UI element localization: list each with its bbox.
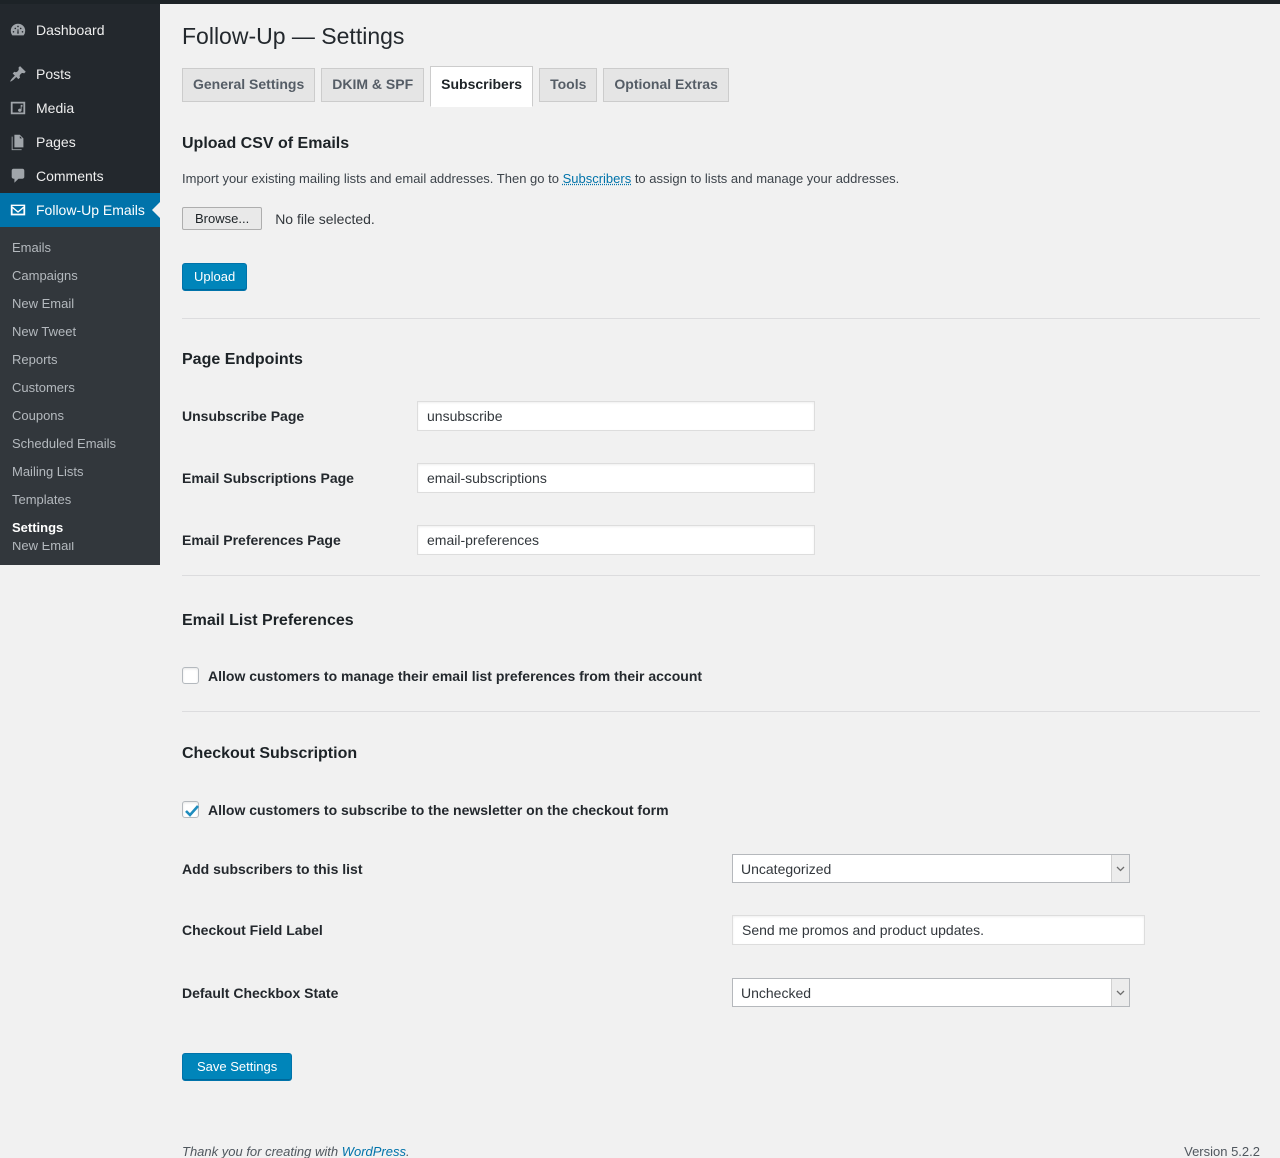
email-preferences-page-row: Email Preferences Page — [182, 525, 1260, 555]
email-preferences-page-input[interactable] — [417, 525, 815, 555]
list-preferences-checkbox-row: Allow customers to manage their email li… — [182, 667, 1260, 684]
checkout-field-label-input[interactable] — [732, 915, 1145, 945]
admin-bar-remnant — [0, 0, 1280, 4]
default-checkbox-state-row: Default Checkbox State Unchecked — [182, 978, 1260, 1007]
subscribers-link[interactable]: Subscribers — [563, 171, 632, 186]
submenu-item-clipped[interactable]: New Email — [0, 542, 160, 551]
email-preferences-page-label: Email Preferences Page — [182, 532, 341, 548]
unsubscribe-page-label: Unsubscribe Page — [182, 408, 305, 424]
main-content: Follow-Up — Settings General Settings DK… — [160, 0, 1280, 1158]
unsubscribe-page-row: Unsubscribe Page — [182, 401, 1260, 431]
checkout-subscribe-checkbox-row: Allow customers to subscribe to the news… — [182, 801, 1260, 818]
default-checkbox-state-label: Default Checkbox State — [182, 984, 339, 1001]
submenu-item-templates[interactable]: Templates — [0, 486, 160, 514]
email-subscriptions-page-label: Email Subscriptions Page — [182, 470, 354, 486]
sidebar-item-follow-up-emails[interactable]: Follow-Up Emails — [0, 193, 160, 227]
dashboard-icon — [8, 20, 28, 40]
wordpress-link[interactable]: WordPress — [342, 1144, 406, 1158]
media-icon — [8, 98, 28, 118]
csv-file-row: Browse... No file selected. — [182, 207, 1260, 230]
sidebar-item-label: Follow-Up Emails — [36, 202, 145, 218]
tab-dkim-spf[interactable]: DKIM & SPF — [321, 68, 425, 102]
submenu-item-new-email[interactable]: New Email — [0, 290, 160, 318]
comment-icon — [8, 166, 28, 186]
tab-tools[interactable]: Tools — [539, 68, 598, 102]
checkout-subscribe-checkbox-label: Allow customers to subscribe to the news… — [208, 801, 669, 818]
select-value: Uncategorized — [741, 860, 832, 877]
admin-sidebar: Dashboard Posts Media Pages Comments Fol… — [0, 0, 160, 565]
subscriber-list-select[interactable]: Uncategorized — [732, 854, 1130, 883]
footer-thanks-text: Thank you for creating with WordPress. — [182, 1144, 410, 1158]
email-subscriptions-page-input[interactable] — [417, 463, 815, 493]
sidebar-item-label: Pages — [36, 134, 76, 150]
sidebar-item-label: Dashboard — [36, 22, 105, 38]
footer: Thank you for creating with WordPress. V… — [182, 1144, 1260, 1158]
submenu-item-customers[interactable]: Customers — [0, 374, 160, 402]
tab-subscribers[interactable]: Subscribers — [430, 66, 534, 107]
sidebar-item-posts[interactable]: Posts — [0, 57, 160, 91]
add-subscribers-list-row: Add subscribers to this list Uncategoriz… — [182, 854, 1260, 883]
checkout-field-label-label: Checkout Field Label — [182, 922, 323, 938]
upload-csv-description: Import your existing mailing lists and e… — [182, 171, 1260, 187]
page-title: Follow-Up — Settings — [182, 23, 405, 49]
sidebar-item-comments[interactable]: Comments — [0, 159, 160, 193]
section-divider — [182, 711, 1260, 712]
settings-tabs: General Settings DKIM & SPF Subscribers … — [182, 66, 1260, 107]
default-checkbox-state-select[interactable]: Unchecked — [732, 978, 1130, 1007]
footer-version: Version 5.2.2 — [1184, 1144, 1260, 1158]
tab-optional-extras[interactable]: Optional Extras — [603, 68, 729, 102]
sidebar-item-media[interactable]: Media — [0, 91, 160, 125]
description-text: to assign to lists and manage your addre… — [631, 171, 900, 186]
sidebar-item-dashboard[interactable]: Dashboard — [0, 13, 160, 47]
sidebar-item-label: Comments — [36, 168, 104, 184]
pages-icon — [8, 132, 28, 152]
select-value: Unchecked — [741, 984, 812, 1001]
checkout-subscribe-checkbox[interactable] — [182, 801, 199, 818]
submenu-item-mailing-lists[interactable]: Mailing Lists — [0, 458, 160, 486]
chevron-down-icon — [1111, 979, 1129, 1006]
checkout-field-label-row: Checkout Field Label — [182, 915, 1260, 945]
checkout-subscription-heading: Checkout Subscription — [182, 745, 358, 762]
section-divider — [182, 575, 1260, 576]
submenu-item-reports[interactable]: Reports — [0, 346, 160, 374]
sidebar-item-label: Media — [36, 100, 75, 116]
chevron-down-icon — [1111, 855, 1129, 882]
submenu-item-coupons[interactable]: Coupons — [0, 402, 160, 430]
file-status-text: No file selected. — [275, 210, 375, 227]
submenu-item-campaigns[interactable]: Campaigns — [0, 262, 160, 290]
section-divider — [182, 318, 1260, 319]
menu-separator — [0, 47, 160, 57]
upload-button[interactable]: Upload — [182, 263, 248, 291]
email-subscriptions-page-row: Email Subscriptions Page — [182, 463, 1260, 493]
submenu-item-emails[interactable]: Emails — [0, 234, 160, 262]
admin-menu: Dashboard Posts Media Pages Comments Fol… — [0, 0, 160, 227]
upload-csv-heading: Upload CSV of Emails — [182, 135, 350, 152]
add-subscribers-list-label: Add subscribers to this list — [182, 860, 363, 877]
page-endpoints-heading: Page Endpoints — [182, 351, 303, 368]
save-settings-button[interactable]: Save Settings — [182, 1053, 293, 1081]
sidebar-item-pages[interactable]: Pages — [0, 125, 160, 159]
description-text: Import your existing mailing lists and e… — [182, 171, 563, 186]
pin-icon — [8, 64, 28, 84]
tab-general-settings[interactable]: General Settings — [182, 68, 316, 102]
unsubscribe-page-input[interactable] — [417, 401, 815, 431]
submenu-item-scheduled-emails[interactable]: Scheduled Emails — [0, 430, 160, 458]
list-preferences-checkbox[interactable] — [182, 667, 199, 684]
follow-up-emails-submenu: Emails Campaigns New Email New Tweet Rep… — [0, 227, 160, 565]
envelope-icon — [8, 200, 28, 220]
browse-button[interactable]: Browse... — [182, 207, 263, 230]
email-list-preferences-heading: Email List Preferences — [182, 612, 354, 629]
sidebar-item-label: Posts — [36, 66, 72, 82]
submenu-item-new-tweet[interactable]: New Tweet — [0, 318, 160, 346]
submenu-item-settings[interactable]: Settings — [0, 514, 160, 542]
list-preferences-checkbox-label: Allow customers to manage their email li… — [208, 667, 703, 684]
